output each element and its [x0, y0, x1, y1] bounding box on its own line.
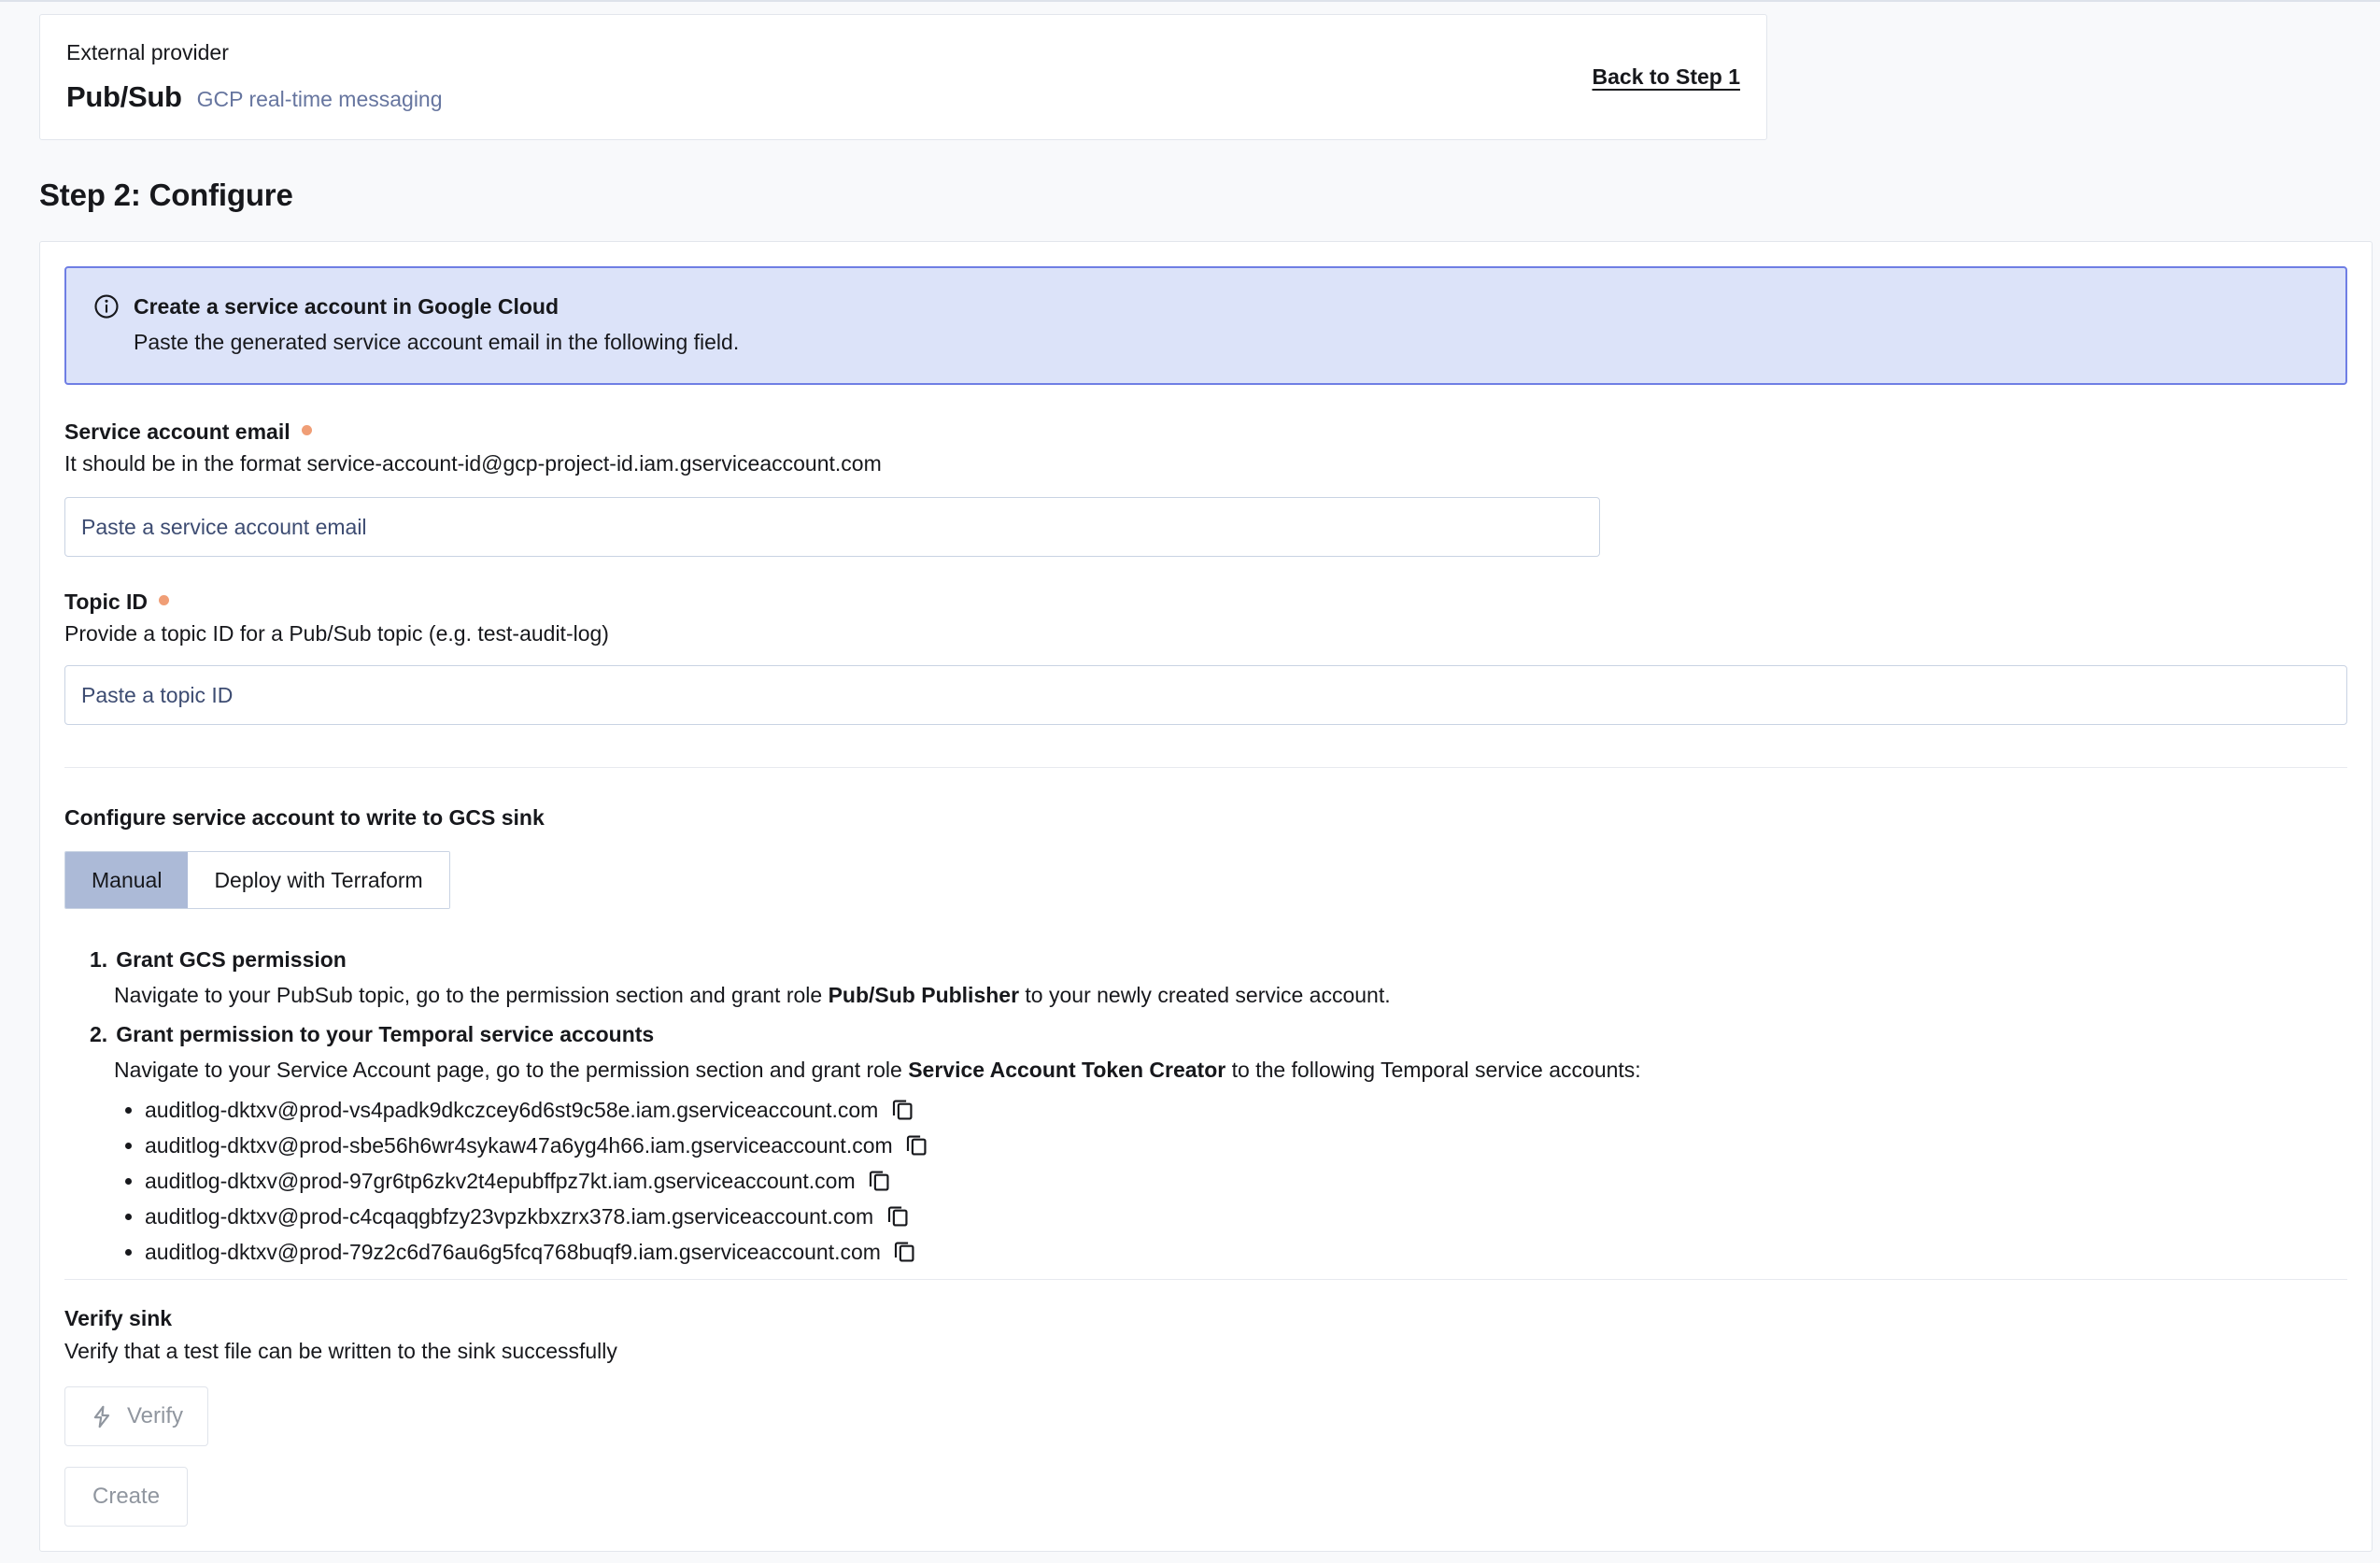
service-account-email: auditlog-dktxv@prod-79z2c6d76au6g5fcq768…: [145, 1234, 881, 1270]
tab-deploy-with-terraform[interactable]: Deploy with Terraform: [188, 852, 448, 908]
info-icon: [92, 292, 120, 320]
temporal-service-account-list: auditlog-dktxv@prod-vs4padk9dkczcey6d6st…: [114, 1092, 2347, 1270]
topic-id-input[interactable]: [64, 665, 2347, 725]
manual-instructions: 1. Grant GCS permission Navigate to your…: [90, 946, 2347, 1270]
section-divider: [64, 1279, 2347, 1280]
provider-description: GCP real-time messaging: [197, 87, 443, 112]
service-account-email: auditlog-dktxv@prod-vs4padk9dkczcey6d6st…: [145, 1092, 878, 1128]
step-2-body: Navigate to your Service Account page, g…: [114, 1057, 2347, 1270]
provider-eyebrow: External provider: [66, 40, 443, 65]
provider-info: External provider Pub/Sub GCP real-time …: [66, 40, 443, 114]
verify-button[interactable]: Verify: [64, 1386, 208, 1446]
service-account-email: auditlog-dktxv@prod-sbe56h6wr4sykaw47a6y…: [145, 1128, 893, 1163]
list-item: auditlog-dktxv@prod-79z2c6d76au6g5fcq768…: [145, 1234, 2347, 1270]
provider-card: External provider Pub/Sub GCP real-time …: [39, 14, 1767, 140]
copy-icon[interactable]: [867, 1169, 892, 1194]
service-account-email-label: Service account email: [64, 419, 290, 445]
copy-icon[interactable]: [892, 1240, 917, 1265]
topic-id-label: Topic ID: [64, 589, 148, 615]
topic-id-helper: Provide a topic ID for a Pub/Sub topic (…: [64, 620, 2347, 647]
list-item: auditlog-dktxv@prod-sbe56h6wr4sykaw47a6y…: [145, 1128, 2347, 1163]
info-banner: Create a service account in Google Cloud…: [64, 266, 2347, 385]
configure-section-title: Configure service account to write to GC…: [64, 805, 2347, 831]
service-account-email: auditlog-dktxv@prod-c4cqaqgbfzy23vpzkbxz…: [145, 1199, 873, 1234]
verify-sink-subtitle: Verify that a test file can be written t…: [64, 1339, 2347, 1364]
back-to-step-1-link[interactable]: Back to Step 1: [1593, 64, 1741, 90]
service-account-email-helper: It should be in the format service-accou…: [64, 450, 2347, 476]
required-indicator: [159, 595, 169, 605]
tab-manual[interactable]: Manual: [65, 852, 188, 908]
sink-config-tabs: Manual Deploy with Terraform: [64, 851, 450, 909]
step-1-body: Navigate to your PubSub topic, go to the…: [114, 982, 2347, 1008]
provider-name: Pub/Sub: [66, 80, 182, 114]
section-divider: [64, 767, 2347, 768]
create-button[interactable]: Create: [64, 1467, 188, 1527]
service-account-email: auditlog-dktxv@prod-97gr6tp6zkv2t4epubff…: [145, 1163, 856, 1199]
copy-icon[interactable]: [885, 1204, 910, 1229]
list-item: auditlog-dktxv@prod-c4cqaqgbfzy23vpzkbxz…: [145, 1199, 2347, 1234]
list-item: auditlog-dktxv@prod-vs4padk9dkczcey6d6st…: [145, 1092, 2347, 1128]
list-item: auditlog-dktxv@prod-97gr6tp6zkv2t4epubff…: [145, 1163, 2347, 1199]
step-2-number: 2.: [90, 1021, 107, 1047]
copy-icon[interactable]: [904, 1133, 929, 1158]
page-title: Step 2: Configure: [39, 178, 2380, 213]
copy-icon[interactable]: [889, 1098, 914, 1123]
step-1-number: 1.: [90, 946, 107, 973]
required-indicator: [302, 425, 312, 435]
verify-sink-title: Verify sink: [64, 1306, 2347, 1331]
info-banner-title: Create a service account in Google Cloud: [134, 294, 559, 320]
service-account-email-input[interactable]: [64, 497, 1600, 557]
configure-form-card: Create a service account in Google Cloud…: [39, 241, 2373, 1552]
lightning-icon: [90, 1404, 115, 1429]
step-1-title: 1. Grant GCS permission: [90, 946, 2347, 973]
info-banner-body: Paste the generated service account emai…: [134, 330, 2319, 355]
step-2-title: 2. Grant permission to your Temporal ser…: [90, 1021, 2347, 1047]
